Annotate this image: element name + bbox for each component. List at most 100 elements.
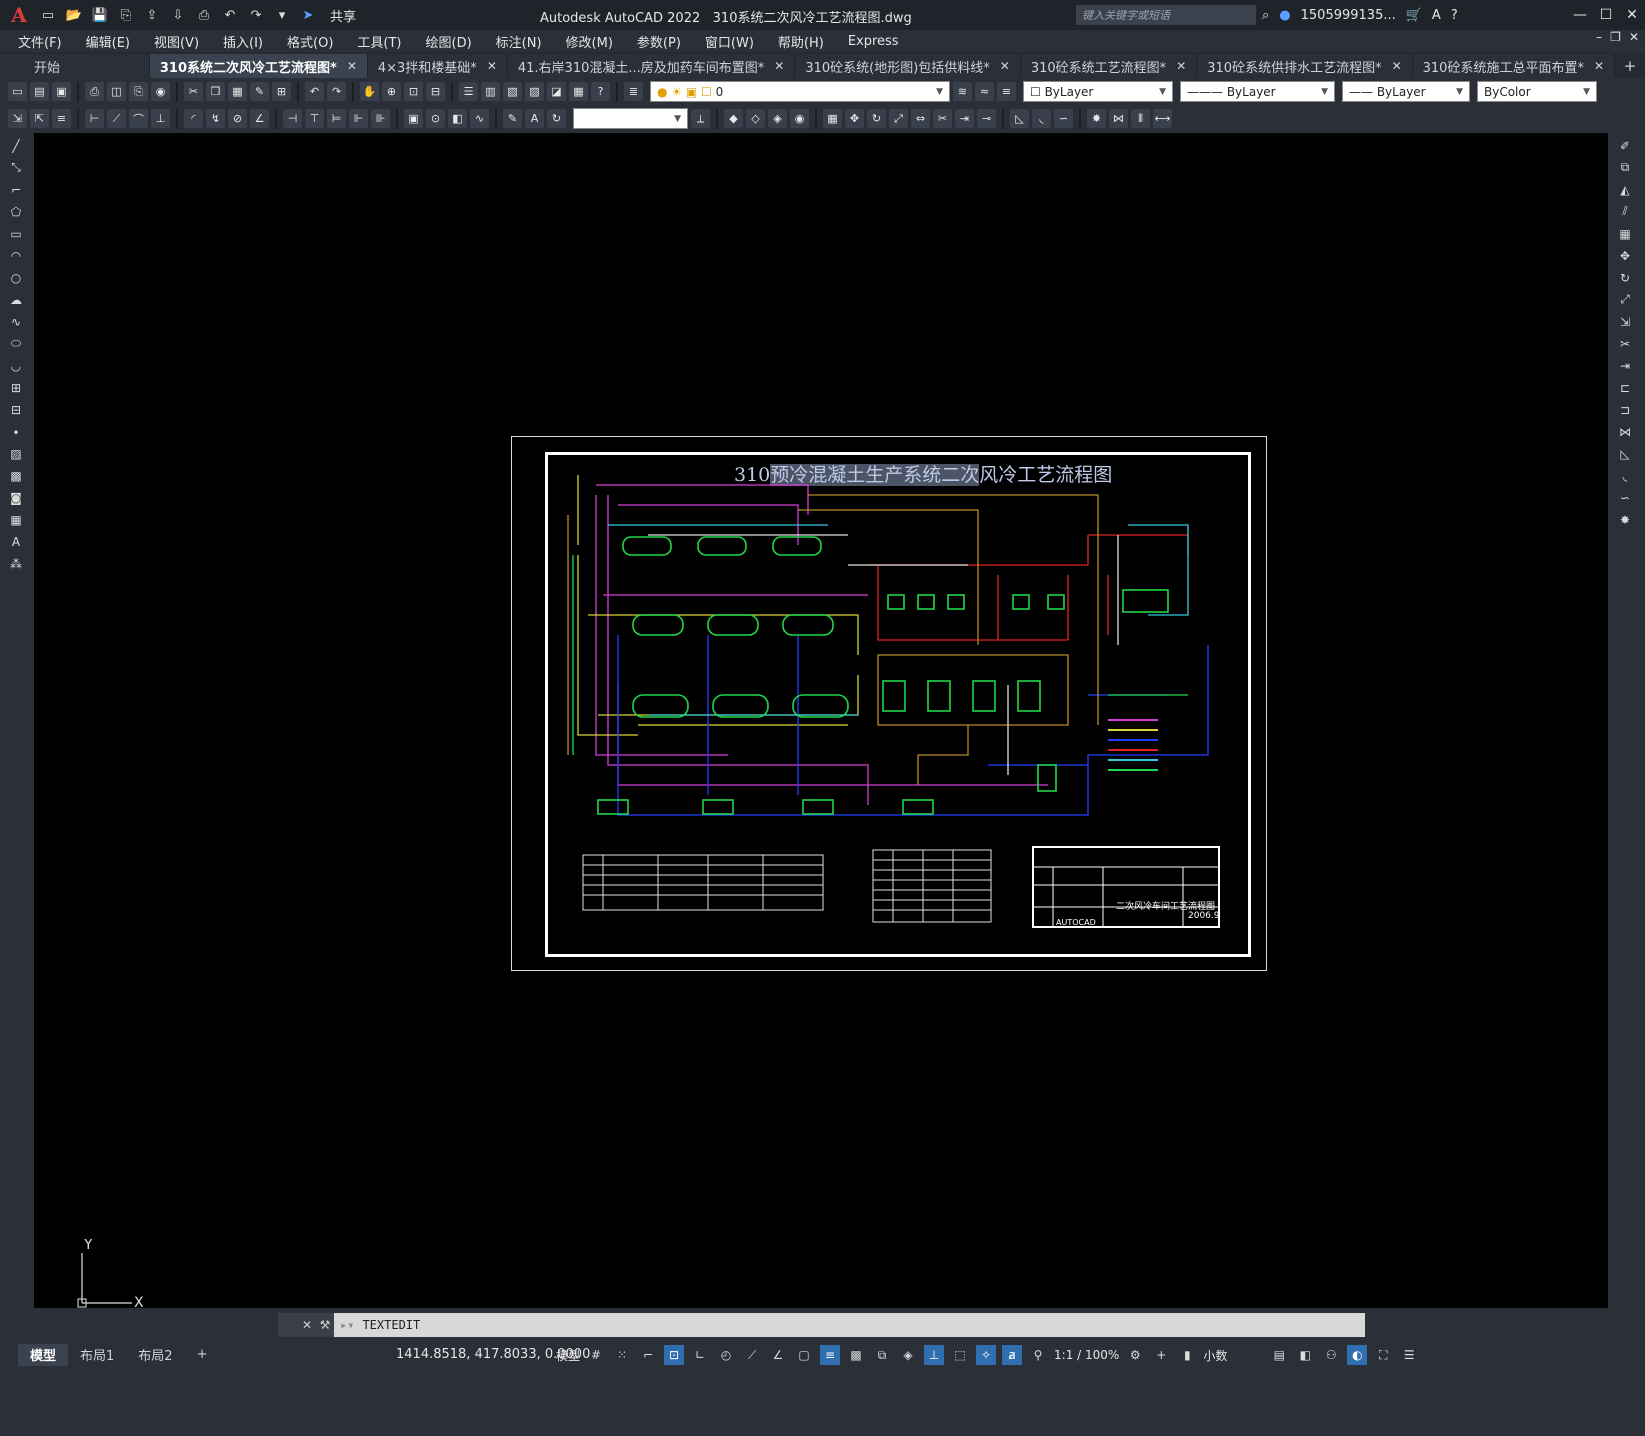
- layer-dropdown[interactable]: ● ☀ ▣ ☐ 0 ▼: [650, 81, 950, 102]
- linetype-dropdown[interactable]: ——— ByLayer ▼: [1180, 81, 1335, 102]
- menu-draw[interactable]: 绘图(D): [426, 32, 472, 51]
- baseline-icon[interactable]: ⊤: [305, 109, 324, 128]
- polar-icon[interactable]: ◴: [716, 1345, 736, 1365]
- close-icon[interactable]: ✕: [1619, 0, 1645, 30]
- ellipse-icon[interactable]: ⬭: [7, 334, 26, 353]
- export-icon[interactable]: ⇱: [30, 109, 49, 128]
- radius-icon[interactable]: ◜: [184, 109, 203, 128]
- extend-icon[interactable]: ⇥: [955, 109, 974, 128]
- ortho-icon[interactable]: ∟: [690, 1345, 710, 1365]
- blend-icon[interactable]: ∽: [1054, 109, 1073, 128]
- menu-express[interactable]: Express: [848, 34, 899, 49]
- cut-icon[interactable]: ✂: [184, 82, 203, 101]
- layer-previous-icon[interactable]: ≈: [975, 82, 994, 101]
- undo-icon[interactable]: ↶: [305, 82, 324, 101]
- layout-tab-2[interactable]: 布局2: [126, 1344, 184, 1366]
- menu-modify[interactable]: 修改(M): [566, 32, 613, 51]
- autoscale-icon[interactable]: ⚲: [1028, 1345, 1048, 1365]
- linear-dimension-icon[interactable]: ⊢: [85, 109, 104, 128]
- dimension-edit-icon[interactable]: ✎: [503, 109, 522, 128]
- scale-icon[interactable]: ⤢: [889, 109, 908, 128]
- construction-line-icon[interactable]: ⤡: [7, 158, 26, 177]
- circle-icon[interactable]: ○: [7, 268, 26, 287]
- tool-palettes-icon[interactable]: ▧: [503, 82, 522, 101]
- sheet-set-icon[interactable]: ▨: [525, 82, 544, 101]
- maximize-icon[interactable]: ☐: [1593, 0, 1619, 30]
- chamfer-icon[interactable]: ◺: [1616, 444, 1635, 463]
- menu-file[interactable]: 文件(F): [18, 32, 62, 51]
- region-icon[interactable]: ◙: [7, 488, 26, 507]
- arc-length-icon[interactable]: ⌒: [129, 109, 148, 128]
- dimension-update-icon[interactable]: ↻: [547, 109, 566, 128]
- close-icon[interactable]: ✕: [1000, 59, 1010, 73]
- point-icon[interactable]: ∙: [7, 422, 26, 441]
- command-close-icon[interactable]: ✕: [298, 1313, 316, 1337]
- jogged-icon[interactable]: ↯: [206, 109, 225, 128]
- make-block-icon[interactable]: ⊟: [7, 400, 26, 419]
- mirror-icon[interactable]: ◈: [768, 109, 787, 128]
- close-icon[interactable]: ✕: [774, 59, 784, 73]
- menu-edit[interactable]: 编辑(E): [86, 32, 130, 51]
- erase-icon[interactable]: ◆: [724, 109, 743, 128]
- close-icon[interactable]: ✕: [1176, 59, 1186, 73]
- erase-icon[interactable]: ✐: [1616, 136, 1635, 155]
- doc-close-icon[interactable]: ✕: [1629, 30, 1639, 44]
- search-icon[interactable]: ⌕: [1262, 8, 1269, 23]
- tab-site-plan[interactable]: 310砼系统施工总平面布置* ✕: [1412, 54, 1616, 78]
- rotate-icon[interactable]: ↻: [1616, 268, 1635, 287]
- move-icon[interactable]: ✥: [845, 109, 864, 128]
- fillet-icon[interactable]: ◟: [1032, 109, 1051, 128]
- snap-icon[interactable]: ⁙: [612, 1345, 632, 1365]
- close-icon[interactable]: ✕: [1594, 59, 1604, 73]
- lock-ui-icon[interactable]: ◧: [1295, 1345, 1315, 1365]
- tolerance-icon[interactable]: ▣: [404, 109, 423, 128]
- match-properties-icon[interactable]: ✎: [250, 82, 269, 101]
- plot-icon[interactable]: ⎙: [85, 82, 104, 101]
- arc-icon[interactable]: ◠: [7, 246, 26, 265]
- copy-icon[interactable]: ⧉: [1616, 158, 1635, 177]
- save-icon[interactable]: ▣: [52, 82, 71, 101]
- break-icon[interactable]: ⊐: [1616, 400, 1635, 419]
- save-icon[interactable]: 💾: [90, 6, 110, 24]
- rotate-icon[interactable]: ↻: [867, 109, 886, 128]
- import-icon[interactable]: ⇲: [8, 109, 27, 128]
- isolate-objects-icon[interactable]: ⚇: [1321, 1345, 1341, 1365]
- units-value[interactable]: 小数: [1203, 1347, 1263, 1364]
- quick-dimension-icon[interactable]: ⊣: [283, 109, 302, 128]
- open-icon[interactable]: 📂: [64, 6, 84, 24]
- annotation-visibility-icon[interactable]: ⱥ: [1002, 1345, 1023, 1365]
- workspace-icon[interactable]: ⚙: [1125, 1345, 1145, 1365]
- customize-icon[interactable]: ▾: [272, 6, 292, 24]
- move-icon[interactable]: ✥: [1616, 246, 1635, 265]
- search-input[interactable]: 键入关键字或短语: [1076, 5, 1256, 25]
- add-layout-icon[interactable]: +: [185, 1344, 220, 1366]
- tab-mixing-foundation[interactable]: 4×3拌和楼基础* ✕: [367, 54, 508, 78]
- redo-icon[interactable]: ↷: [246, 6, 266, 24]
- tab-water-supply[interactable]: 310砼系统供排水工艺流程图* ✕: [1197, 54, 1413, 78]
- annotation-scale[interactable]: 1:1 / 100%: [1054, 1348, 1119, 1362]
- polygon-icon[interactable]: ⬠: [7, 202, 26, 221]
- color-dropdown[interactable]: ☐ ByLayer ▼: [1023, 81, 1173, 102]
- cart-icon[interactable]: 🛒: [1406, 8, 1422, 23]
- user-icon[interactable]: ●: [1279, 8, 1290, 23]
- lengthen-icon[interactable]: ⟷: [1153, 109, 1172, 128]
- menu-format[interactable]: 格式(O): [287, 32, 333, 51]
- doc-restore-icon[interactable]: ❐: [1610, 30, 1621, 44]
- grid-icon[interactable]: #: [586, 1345, 606, 1365]
- help-icon[interactable]: ?: [1451, 8, 1458, 23]
- explode-icon[interactable]: ✸: [1616, 510, 1635, 529]
- layer-states-icon[interactable]: ≡: [997, 82, 1016, 101]
- save-as-icon[interactable]: ⎘: [116, 6, 136, 24]
- join-icon[interactable]: ⋈: [1109, 109, 1128, 128]
- transparency-icon[interactable]: ▩: [846, 1345, 866, 1365]
- open-icon[interactable]: ▤: [30, 82, 49, 101]
- extend-icon[interactable]: ⇥: [1616, 356, 1635, 375]
- plot-icon[interactable]: ⎙: [194, 6, 214, 24]
- diameter-icon[interactable]: ⊘: [228, 109, 247, 128]
- command-grip-icon[interactable]: [278, 1313, 298, 1337]
- redo-icon[interactable]: ↷: [327, 82, 346, 101]
- osnap-icon[interactable]: ▢: [794, 1345, 814, 1365]
- autocad-logo-icon[interactable]: A: [0, 0, 38, 30]
- inspection-icon[interactable]: ◧: [448, 109, 467, 128]
- dynamic-input-icon[interactable]: ⊡: [664, 1345, 685, 1365]
